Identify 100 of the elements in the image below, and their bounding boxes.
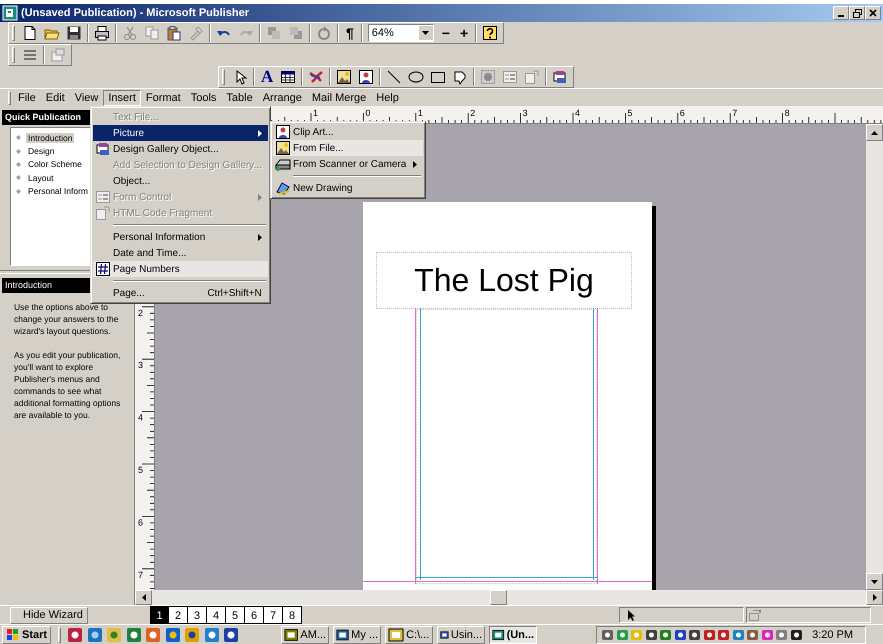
page-tab[interactable]: 5	[226, 606, 245, 624]
app-icon[interactable]	[184, 626, 200, 642]
gallery-icon[interactable]	[552, 69, 568, 85]
tray-icon	[790, 628, 803, 642]
taskbar-button[interactable]: (Un...	[489, 626, 538, 644]
tray-icon	[659, 628, 672, 642]
taskbar-button[interactable]: My ...	[333, 626, 382, 644]
page-tab[interactable]: 6	[245, 606, 264, 624]
menu-item[interactable]: Personal Information	[93, 229, 268, 245]
wizard-item[interactable]: Introduction	[26, 132, 74, 143]
picture-icon[interactable]	[336, 69, 352, 85]
close-button[interactable]	[865, 6, 881, 20]
app-icon[interactable]	[164, 626, 181, 642]
ruler-number: 3	[522, 108, 528, 118]
scroll-left-button[interactable]	[135, 590, 152, 605]
ruler-number: 0	[365, 108, 370, 118]
oval-icon[interactable]	[408, 69, 424, 85]
zoom-in-button[interactable]: +	[454, 25, 474, 41]
menu-bar-item[interactable]: Insert	[103, 90, 141, 106]
help-icon[interactable]	[482, 25, 498, 41]
menu-item[interactable]: Clip Art...	[273, 124, 424, 140]
line-icon[interactable]	[386, 69, 402, 85]
restore-button[interactable]	[849, 6, 865, 20]
tray-icon	[760, 628, 774, 642]
menu-bar-item[interactable]: Arrange	[258, 90, 307, 106]
drawing-icon	[275, 180, 291, 196]
page-tab[interactable]: 8	[283, 606, 302, 624]
window-title: (Unsaved Publication) - Microsoft Publisher	[21, 7, 250, 19]
app-icon[interactable]	[223, 626, 240, 642]
menu-bar-item[interactable]: Help	[371, 90, 404, 106]
wizard-item[interactable]: Layout	[26, 172, 56, 183]
menu-bar-item[interactable]: View	[70, 90, 104, 106]
right-arrow-icon	[872, 594, 876, 601]
start-button[interactable]: Start	[2, 626, 52, 644]
menu-bar-item[interactable]: Mail Merge	[306, 90, 372, 106]
page-tab[interactable]: 2	[169, 606, 188, 624]
table-icon[interactable]	[280, 69, 296, 85]
shapes-icon[interactable]	[452, 69, 468, 85]
zoom-out-button[interactable]: −	[436, 25, 455, 41]
scroll-up-button[interactable]	[866, 124, 883, 141]
restore-icon	[852, 8, 862, 18]
wizard-item[interactable]: Design	[26, 146, 56, 156]
menu-item[interactable]: Date and Time...	[93, 245, 268, 261]
rectangle-icon[interactable]	[430, 69, 446, 85]
ruler-number: 5	[138, 465, 144, 475]
menu-item[interactable]: Page Numbers	[93, 261, 268, 277]
menu-bar-item[interactable]: Edit	[40, 90, 70, 106]
app-icon[interactable]	[67, 626, 84, 642]
menu-item[interactable]: From File...	[273, 140, 424, 156]
wizard-item[interactable]: Color Scheme	[26, 159, 84, 170]
menu-item[interactable]: Design Gallery Object...	[93, 141, 268, 157]
ruler-number: 2	[470, 108, 476, 118]
ruler-number: 4	[575, 108, 580, 118]
frame-size-icon	[749, 610, 761, 620]
page-tab[interactable]: 1	[150, 606, 169, 624]
windows-flag-icon	[6, 628, 20, 641]
app-icon[interactable]	[126, 626, 142, 642]
help-paragraph: As you edit your publication, you'll want to explore Publisher's menus and commands to see what additional formatting options are available to you.	[13, 349, 122, 421]
ruler-number: 2	[138, 308, 144, 318]
page-tab[interactable]: 4	[207, 606, 226, 624]
app-icon[interactable]	[204, 626, 220, 642]
menu-item[interactable]: New Drawing	[273, 180, 424, 196]
printer-icon[interactable]	[94, 25, 110, 41]
clip-art-icon[interactable]	[358, 69, 374, 85]
dropdown-arrow-icon[interactable]	[422, 31, 430, 35]
new-file-icon[interactable]	[22, 25, 38, 41]
menu-bar-item[interactable]: Table	[221, 90, 258, 106]
taskbar-button[interactable]: C:\...	[385, 626, 434, 644]
close-icon	[869, 9, 877, 17]
tray-icon	[746, 628, 760, 642]
ruler-number: 7	[138, 570, 144, 580]
hide-wizard-button[interactable]: Hide Wizard	[10, 606, 88, 624]
menu-item[interactable]: From Scanner or Camera	[273, 156, 424, 172]
text-tool-button[interactable]: A	[257, 67, 278, 87]
taskbar-button[interactable]: AM...	[281, 626, 330, 644]
menu-bar-item[interactable]: Format	[140, 90, 186, 106]
up-arrow-icon	[871, 130, 878, 134]
show-special-characters-button[interactable]: ¶	[341, 25, 359, 41]
taskbar-button[interactable]: Usin...	[437, 626, 486, 644]
html-icon	[95, 205, 111, 221]
ruler-number: 3	[138, 360, 144, 370]
menu-bar-item[interactable]: File	[13, 90, 41, 106]
wizard-item[interactable]: Personal Inform	[26, 186, 90, 196]
tray-icon	[732, 628, 745, 642]
page-tab[interactable]: 3	[188, 606, 207, 624]
zoom-combo[interactable]: 64%	[368, 24, 434, 42]
tray-icon	[616, 628, 629, 642]
ruler-number: 6	[680, 108, 685, 118]
page-tab[interactable]: 7	[264, 606, 283, 624]
scroll-right-button[interactable]	[866, 590, 883, 605]
minimize-button[interactable]	[833, 6, 849, 20]
window-icon	[284, 626, 298, 642]
scroll-thumb[interactable]	[490, 590, 507, 605]
menu-item[interactable]: Object...	[93, 173, 268, 189]
menu-item[interactable]: Picture	[93, 125, 268, 141]
ruler-number: 8	[784, 108, 790, 118]
clipboard-icon[interactable]	[166, 25, 182, 41]
scroll-down-button[interactable]	[866, 573, 883, 590]
publication-title[interactable]: The Lost Pig	[376, 252, 632, 309]
menu-bar-item[interactable]: Tools	[186, 90, 222, 106]
